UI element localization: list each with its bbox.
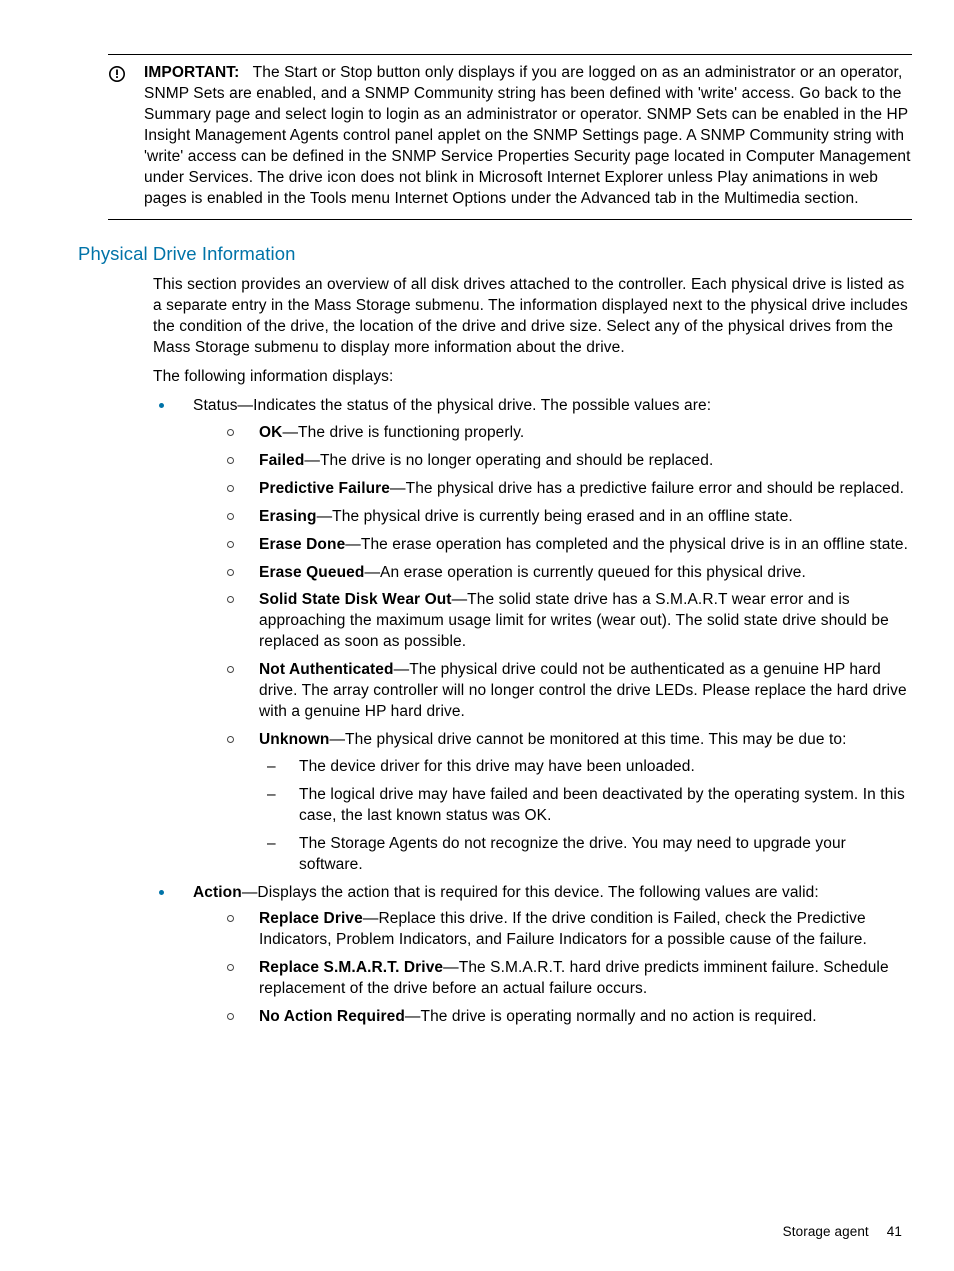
- info-list: Status—Indicates the status of the physi…: [153, 396, 912, 1028]
- status-ssd-wear: Solid State Disk Wear Out—The solid stat…: [219, 590, 912, 653]
- text: —The physical drive is currently being e…: [317, 508, 793, 525]
- unknown-reasons: The device driver for this drive may hav…: [259, 757, 912, 876]
- status-ok: OK—The drive is functioning properly.: [219, 423, 912, 444]
- unknown-reason-driver: The device driver for this drive may hav…: [259, 757, 912, 778]
- status-item: Status—Indicates the status of the physi…: [153, 396, 912, 876]
- text: —The physical drive cannot be monitored …: [329, 731, 846, 748]
- important-label: IMPORTANT:: [144, 64, 239, 81]
- important-callout: IMPORTANT: The Start or Stop button only…: [108, 54, 912, 220]
- important-text: IMPORTANT: The Start or Stop button only…: [144, 63, 912, 209]
- footer-section: Storage agent: [783, 1224, 869, 1239]
- status-values: OK—The drive is functioning properly. Fa…: [219, 423, 912, 876]
- action-replace: Replace Drive—Replace this drive. If the…: [219, 909, 912, 951]
- status-not-auth: Not Authenticated—The physical drive cou…: [219, 660, 912, 723]
- status-erase-done: Erase Done—The erase operation has compl…: [219, 535, 912, 556]
- section-lead: The following information displays:: [153, 367, 912, 388]
- label: OK: [259, 424, 282, 441]
- unknown-reason-agents: The Storage Agents do not recognize the …: [259, 834, 912, 876]
- text: —The erase operation has completed and t…: [345, 536, 908, 553]
- footer-page-number: 41: [887, 1224, 902, 1239]
- important-icon: [108, 65, 126, 209]
- action-none: No Action Required—The drive is operatin…: [219, 1007, 912, 1028]
- label: Not Authenticated: [259, 661, 394, 678]
- status-intro: Status—Indicates the status of the physi…: [193, 397, 711, 414]
- section-body: This section provides an overview of all…: [153, 275, 912, 1028]
- action-label: Action: [193, 884, 242, 901]
- action-values: Replace Drive—Replace this drive. If the…: [219, 909, 912, 1028]
- label: Unknown: [259, 731, 329, 748]
- section-heading: Physical Drive Information: [78, 242, 912, 267]
- text: —The drive is no longer operating and sh…: [304, 452, 713, 469]
- text: —An erase operation is currently queued …: [364, 564, 805, 581]
- status-unknown: Unknown—The physical drive cannot be mon…: [219, 730, 912, 876]
- status-erasing: Erasing—The physical drive is currently …: [219, 507, 912, 528]
- status-erase-queued: Erase Queued—An erase operation is curre…: [219, 563, 912, 584]
- unknown-reason-logical: The logical drive may have failed and be…: [259, 785, 912, 827]
- action-smart: Replace S.M.A.R.T. Drive—The S.M.A.R.T. …: [219, 958, 912, 1000]
- action-item: Action—Displays the action that is requi…: [153, 883, 912, 1029]
- page-footer: Storage agent 41: [783, 1223, 902, 1241]
- label: Replace S.M.A.R.T. Drive: [259, 959, 443, 976]
- label: Replace Drive: [259, 910, 363, 927]
- label: Erasing: [259, 508, 317, 525]
- status-predictive: Predictive Failure—The physical drive ha…: [219, 479, 912, 500]
- label: Erase Queued: [259, 564, 364, 581]
- action-intro: —Displays the action that is required fo…: [242, 884, 819, 901]
- section-intro: This section provides an overview of all…: [153, 275, 912, 359]
- page: IMPORTANT: The Start or Stop button only…: [0, 0, 954, 1271]
- text: —The physical drive has a predictive fai…: [390, 480, 904, 497]
- text: —The drive is functioning properly.: [282, 424, 524, 441]
- important-body: The Start or Stop button only displays i…: [144, 64, 911, 207]
- label: Solid State Disk Wear Out: [259, 591, 452, 608]
- label: No Action Required: [259, 1008, 405, 1025]
- label: Predictive Failure: [259, 480, 390, 497]
- label: Failed: [259, 452, 304, 469]
- label: Erase Done: [259, 536, 345, 553]
- text: —The drive is operating normally and no …: [405, 1008, 817, 1025]
- status-failed: Failed—The drive is no longer operating …: [219, 451, 912, 472]
